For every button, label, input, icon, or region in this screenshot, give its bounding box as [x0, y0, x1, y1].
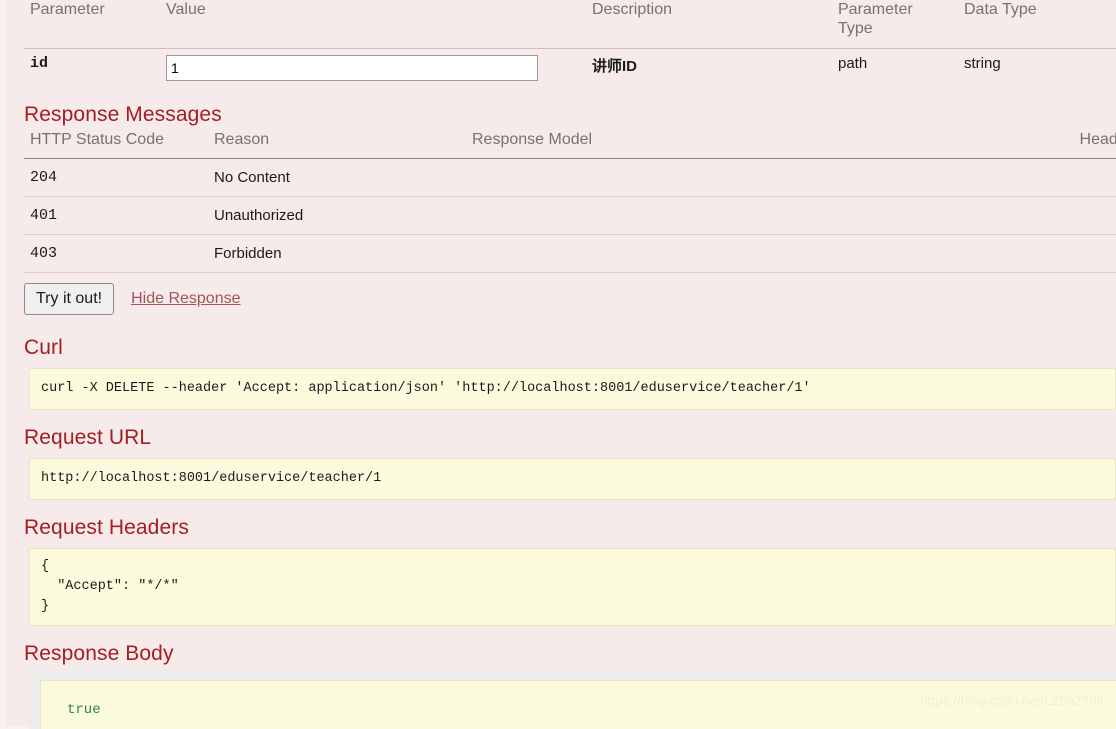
status-code: 403	[24, 234, 208, 273]
status-headers	[920, 196, 1116, 235]
curl-block: curl -X DELETE --header 'Accept: applica…	[6, 368, 1116, 410]
status-code: 401	[24, 196, 208, 235]
table-row: id 讲师ID path string	[24, 49, 1116, 104]
request-headers-value: { "Accept": "*/*" }	[29, 548, 1116, 626]
parameters-table: Parameter Value Description Parameter Typ…	[24, 0, 1116, 103]
request-headers-block: { "Accept": "*/*" }	[6, 548, 1116, 626]
column-header-response-model: Response Model	[466, 131, 920, 159]
column-header-headers: Headers	[920, 131, 1116, 159]
curl-title: Curl	[24, 336, 63, 359]
status-headers	[920, 158, 1116, 197]
request-headers-title: Request Headers	[24, 516, 189, 539]
request-url-title: Request URL	[24, 426, 152, 449]
status-response-model	[466, 158, 920, 197]
parameter-description: 讲师ID	[592, 58, 638, 75]
request-url-block: http://localhost:8001/eduservice/teacher…	[6, 458, 1116, 500]
parameter-value-cell	[160, 49, 586, 104]
status-reason: No Content	[208, 158, 466, 197]
column-header-parameter: Parameter	[24, 0, 160, 49]
column-header-description: Description	[586, 0, 832, 49]
operation-actions: Try it out! Hide Response	[24, 283, 1116, 315]
swagger-operation-panel: Parameter Value Description Parameter Typ…	[6, 0, 1116, 729]
column-header-parameter-type: Parameter Type	[832, 0, 958, 49]
parameter-type-line1: Parameter	[838, 1, 913, 18]
table-row: 204 No Content	[24, 158, 1116, 197]
column-header-reason: Reason	[208, 131, 466, 159]
response-messages-header-row: HTTP Status Code Reason Response Model H…	[24, 131, 1116, 159]
status-response-model	[466, 234, 920, 273]
status-reason: Forbidden	[208, 234, 466, 273]
parameter-type-value: path	[838, 55, 868, 72]
parameters-header-row: Parameter Value Description Parameter Typ…	[24, 0, 1116, 49]
status-reason: Unauthorized	[208, 196, 466, 235]
status-code: 204	[24, 158, 208, 197]
try-it-out-button[interactable]: Try it out!	[24, 283, 115, 315]
request-url-value: http://localhost:8001/eduservice/teacher…	[29, 458, 1116, 500]
table-row: 401 Unauthorized	[24, 196, 1116, 235]
response-body-title: Response Body	[24, 642, 174, 665]
response-messages-title: Response Messages	[24, 103, 222, 126]
parameter-data-type-value: string	[964, 55, 1001, 72]
hide-response-link[interactable]: Hide Response	[131, 290, 240, 308]
curl-command: curl -X DELETE --header 'Accept: applica…	[29, 368, 1116, 410]
parameter-id-input[interactable]	[166, 55, 538, 81]
csdn-watermark: https://blog.csdn.net/L2992786	[920, 693, 1104, 708]
response-body-value: true	[67, 702, 101, 718]
column-header-data-type: Data Type	[958, 0, 1116, 49]
parameter-type-line2: Type	[838, 20, 873, 37]
table-row: 403 Forbidden	[24, 234, 1116, 273]
parameter-name: id	[30, 55, 49, 72]
column-header-http-status-code: HTTP Status Code	[24, 131, 208, 159]
left-gutter	[0, 0, 6, 727]
status-headers	[920, 234, 1116, 273]
status-response-model	[466, 196, 920, 235]
column-header-value: Value	[160, 0, 586, 49]
response-messages-table: HTTP Status Code Reason Response Model H…	[24, 131, 1116, 273]
